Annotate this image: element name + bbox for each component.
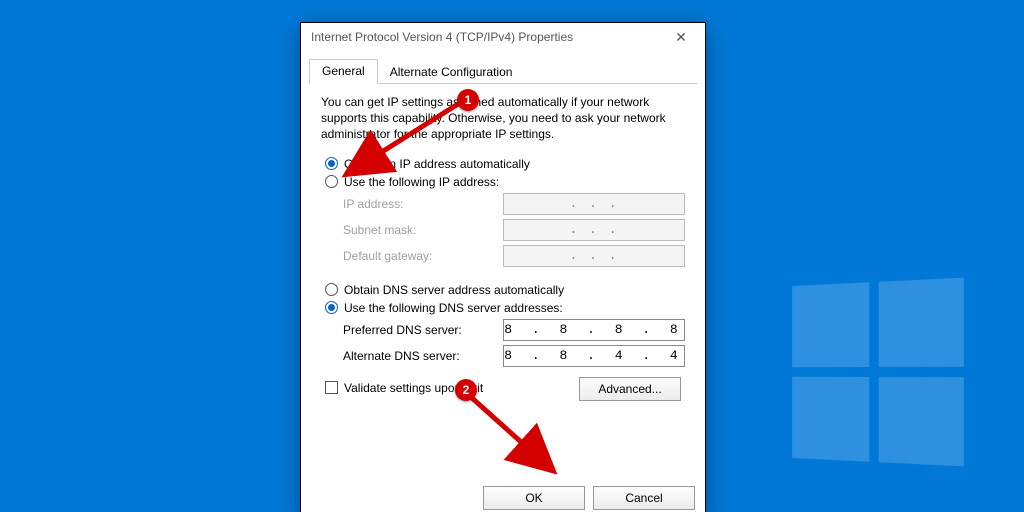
radio-icon xyxy=(325,175,338,188)
field-alternate-dns: Alternate DNS server: 8 . 8 . 4 . 4 xyxy=(343,345,685,367)
ok-button[interactable]: OK xyxy=(483,486,585,510)
field-label: IP address: xyxy=(343,197,403,211)
intro-text: You can get IP settings assigned automat… xyxy=(321,94,685,143)
cancel-button[interactable]: Cancel xyxy=(593,486,695,510)
radio-dns-manual[interactable]: Use the following DNS server addresses: xyxy=(325,301,685,315)
tab-general[interactable]: General xyxy=(309,59,378,84)
ip-input: . . . xyxy=(503,219,685,241)
callout-2: 2 xyxy=(455,379,477,401)
radio-label: Obtain an IP address automatically xyxy=(344,157,530,171)
ip-input: . . . xyxy=(503,193,685,215)
radio-label: Obtain DNS server address automatically xyxy=(344,283,564,297)
radio-dns-auto[interactable]: Obtain DNS server address automatically xyxy=(325,283,685,297)
checkbox-icon xyxy=(325,381,338,394)
field-preferred-dns: Preferred DNS server: 8 . 8 . 8 . 8 xyxy=(343,319,685,341)
close-icon[interactable]: ✕ xyxy=(663,26,699,48)
windows-logo xyxy=(792,278,964,467)
tab-alternate[interactable]: Alternate Configuration xyxy=(378,61,525,84)
field-default-gateway: Default gateway: . . . xyxy=(343,245,685,267)
radio-label: Use the following IP address: xyxy=(344,175,499,189)
dialog-footer: OK Cancel xyxy=(483,486,695,510)
dns-input-alternate[interactable]: 8 . 8 . 4 . 4 xyxy=(503,345,685,367)
field-label: Preferred DNS server: xyxy=(343,323,462,337)
field-ip-address: IP address: . . . xyxy=(343,193,685,215)
callout-1: 1 xyxy=(457,89,479,111)
radio-ip-auto[interactable]: Obtain an IP address automatically xyxy=(325,157,685,171)
field-label: Alternate DNS server: xyxy=(343,349,460,363)
radio-ip-manual[interactable]: Use the following IP address: xyxy=(325,175,685,189)
advanced-button[interactable]: Advanced... xyxy=(579,377,681,401)
radio-icon xyxy=(325,301,338,314)
field-label: Subnet mask: xyxy=(343,223,416,237)
field-subnet-mask: Subnet mask: . . . xyxy=(343,219,685,241)
field-label: Default gateway: xyxy=(343,249,432,263)
radio-label: Use the following DNS server addresses: xyxy=(344,301,563,315)
ipv4-properties-dialog: Internet Protocol Version 4 (TCP/IPv4) P… xyxy=(300,22,706,512)
titlebar[interactable]: Internet Protocol Version 4 (TCP/IPv4) P… xyxy=(301,23,705,52)
ip-input: . . . xyxy=(503,245,685,267)
radio-icon xyxy=(325,157,338,170)
dns-input-preferred[interactable]: 8 . 8 . 8 . 8 xyxy=(503,319,685,341)
radio-icon xyxy=(325,283,338,296)
tab-bar: General Alternate Configuration xyxy=(309,58,697,84)
window-title: Internet Protocol Version 4 (TCP/IPv4) P… xyxy=(311,30,573,44)
